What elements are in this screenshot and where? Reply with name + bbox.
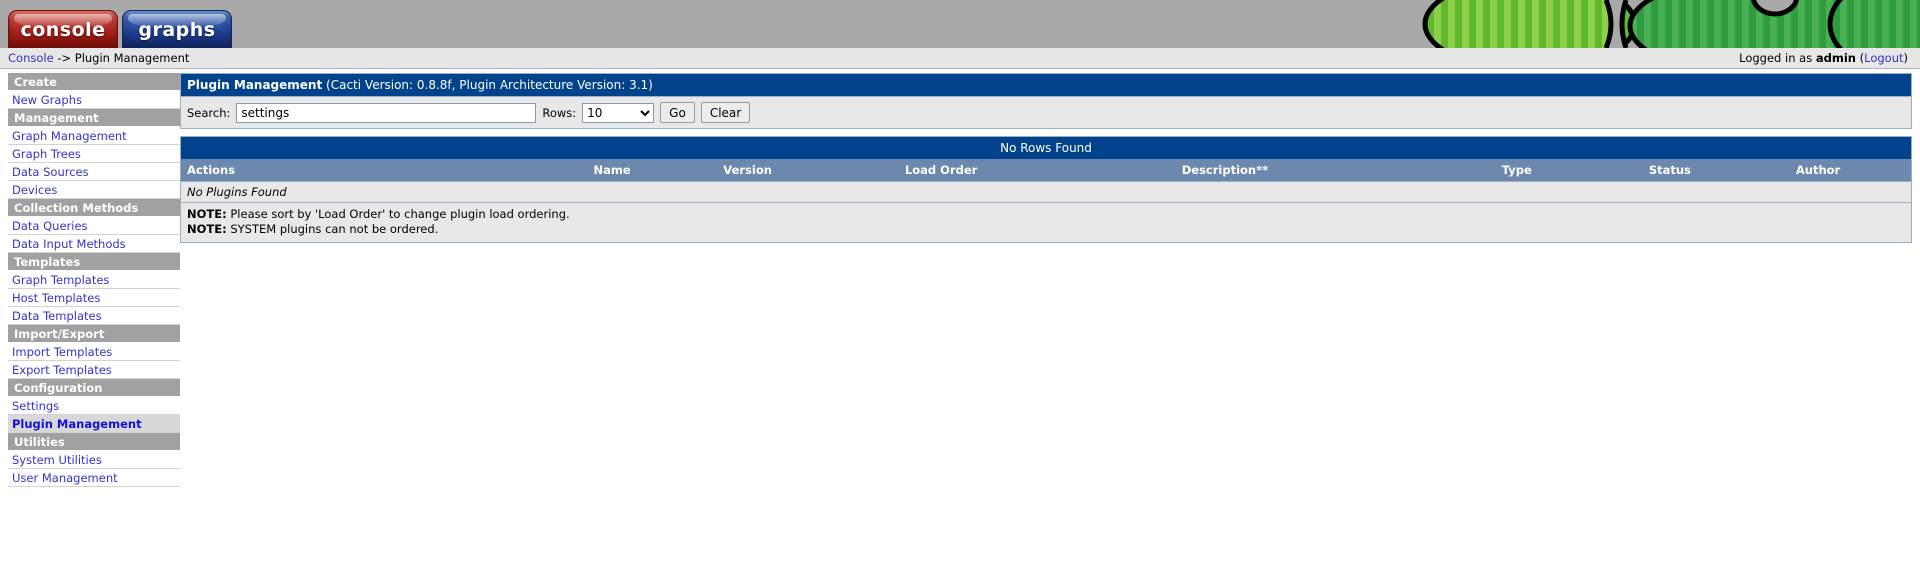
main-tab-strip: console graphs (8, 10, 232, 48)
breadcrumb-current-page: Plugin Management (74, 51, 190, 65)
sidebar-item-settings[interactable]: Settings (8, 397, 180, 415)
login-status: Logged in as admin (Logout) (1739, 51, 1908, 65)
sidebar-item-import-templates[interactable]: Import Templates (8, 343, 180, 361)
tab-console-label: console (20, 18, 106, 41)
column-header-status[interactable]: Status (1642, 159, 1790, 182)
table-header-row: Actions Name Version Load Order Description*… (181, 159, 1911, 182)
table-notes: NOTE: Please sort by 'Load Order' to cha… (181, 202, 1911, 242)
sidebar-item-graph-templates[interactable]: Graph Templates (8, 271, 180, 289)
panel-title-bar: Plugin Management (Cacti Version: 0.8.8f… (181, 74, 1911, 97)
table-empty-row: No Plugins Found (181, 181, 1911, 202)
sidebar-item-plugin-management[interactable]: Plugin Management (8, 415, 180, 433)
sidebar-item-user-management[interactable]: User Management (8, 469, 180, 487)
column-header-load-order[interactable]: Load Order (898, 159, 1176, 182)
page-body: Create New Graphs Management Graph Manageme… (0, 69, 1920, 487)
breadcrumb-console-link[interactable]: Console (8, 51, 54, 65)
sidebar-section-templates: Templates (8, 253, 180, 271)
note-line-2: NOTE: SYSTEM plugins can not be ordered. (187, 222, 439, 236)
column-header-name[interactable]: Name (587, 159, 718, 182)
sidebar-section-management: Management (8, 109, 180, 127)
logout-paren-close: ) (1903, 51, 1909, 65)
column-header-description[interactable]: Description** (1175, 159, 1496, 182)
column-header-actions[interactable]: Actions (181, 159, 588, 182)
column-header-type[interactable]: Type (1495, 159, 1643, 182)
sidebar-section-import-export: Import/Export (8, 325, 180, 343)
search-label: Search: (187, 105, 231, 120)
tab-graphs-label: graphs (138, 18, 216, 41)
column-header-author[interactable]: Author (1789, 159, 1911, 182)
rows-label: Rows: (542, 105, 577, 120)
breadcrumb: Console -> Plugin Management (8, 51, 189, 65)
tab-graphs[interactable]: graphs (122, 10, 232, 48)
search-toolbar: Search: Rows: 10203050100250500 Go Clear (181, 97, 1911, 128)
rows-per-page-select[interactable]: 10203050100250500 (582, 102, 655, 123)
page-title: Plugin Management (187, 78, 323, 92)
no-rows-banner: No Rows Found (181, 137, 1911, 159)
plugin-results-table: No Rows Found Actions Name Version Load Ord… (180, 136, 1912, 243)
sidebar-item-new-graphs[interactable]: New Graphs (8, 91, 180, 109)
sidebar-item-graph-management[interactable]: Graph Management (8, 127, 180, 145)
login-username: admin (1815, 51, 1856, 65)
go-button[interactable]: Go (660, 102, 695, 123)
breadcrumb-bar: Console -> Plugin Management Logged in a… (0, 48, 1920, 69)
tab-console[interactable]: console (8, 10, 118, 48)
column-header-version[interactable]: Version (717, 159, 899, 182)
top-header-bar: console graphs (0, 0, 1920, 48)
empty-message: No Plugins Found (181, 181, 1911, 202)
sidebar-navigation: Create New Graphs Management Graph Manageme… (0, 69, 180, 487)
main-content: Plugin Management (Cacti Version: 0.8.8f… (180, 69, 1920, 243)
plugin-management-panel: Plugin Management (Cacti Version: 0.8.8f… (180, 73, 1912, 129)
sidebar-item-graph-trees[interactable]: Graph Trees (8, 145, 180, 163)
search-input[interactable] (236, 102, 537, 123)
breadcrumb-separator: -> (57, 51, 72, 65)
toolbar-results-spacer (180, 129, 1912, 136)
sidebar-item-devices[interactable]: Devices (8, 181, 180, 199)
sidebar-item-data-queries[interactable]: Data Queries (8, 217, 180, 235)
note-line-1: NOTE: Please sort by 'Load Order' to cha… (187, 207, 570, 221)
sidebar-item-system-utilities[interactable]: System Utilities (8, 451, 180, 469)
sidebar-section-configuration: Configuration (8, 379, 180, 397)
sidebar-section-utilities: Utilities (8, 433, 180, 451)
sidebar-item-data-input-methods[interactable]: Data Input Methods (8, 235, 180, 253)
sidebar-section-create: Create (8, 73, 180, 91)
sidebar-item-data-templates[interactable]: Data Templates (8, 307, 180, 325)
sidebar-item-data-sources[interactable]: Data Sources (8, 163, 180, 181)
version-info: (Cacti Version: 0.8.8f, Plugin Architect… (326, 78, 653, 92)
sidebar-section-collection-methods: Collection Methods (8, 199, 180, 217)
sidebar-item-export-templates[interactable]: Export Templates (8, 361, 180, 379)
cacti-logo-banner (1420, 0, 1920, 48)
plugin-table: Actions Name Version Load Order Description*… (181, 159, 1911, 202)
logout-link[interactable]: Logout (1864, 51, 1903, 65)
sidebar-item-host-templates[interactable]: Host Templates (8, 289, 180, 307)
note-prefix: NOTE: (187, 222, 227, 236)
login-prefix-label: Logged in as (1739, 51, 1813, 65)
clear-button[interactable]: Clear (700, 102, 751, 123)
note-prefix: NOTE: (187, 207, 227, 221)
